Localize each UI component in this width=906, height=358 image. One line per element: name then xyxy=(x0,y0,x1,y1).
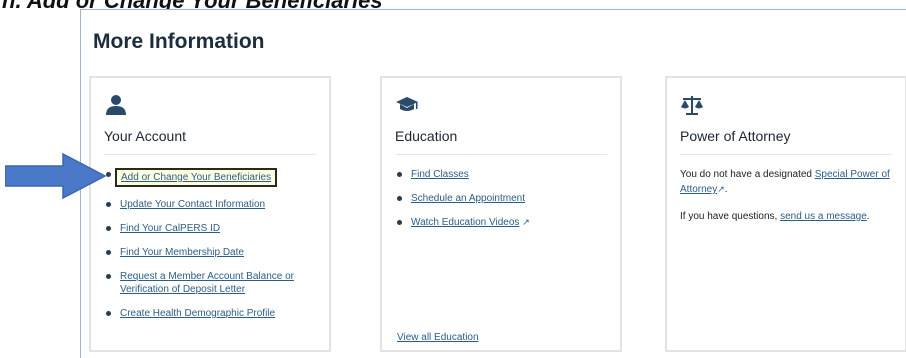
bullet-icon xyxy=(106,226,111,231)
card-title: Education xyxy=(395,128,458,144)
card-divider xyxy=(104,154,316,155)
poa-questions-text: If you have questions, send us a message… xyxy=(680,210,892,224)
card-divider xyxy=(680,154,892,155)
section-heading: More Information xyxy=(93,30,265,53)
bullet-icon xyxy=(397,220,402,225)
list-item: Update Your Contact Information xyxy=(104,198,319,211)
highlight-box: Add or Change Your Beneficiaries xyxy=(115,168,278,187)
send-us-a-message-link[interactable]: send us a message xyxy=(780,211,867,222)
find-calpers-id-link[interactable]: Find Your CalPERS ID xyxy=(120,223,220,234)
poa-status-label: You do not have a designated xyxy=(680,169,815,180)
more-information-panel: More Information Your Account Add or Cha… xyxy=(80,9,906,358)
update-contact-information-link[interactable]: Update Your Contact Information xyxy=(120,199,265,210)
list-item: Create Health Demographic Profile xyxy=(104,307,319,320)
list-item: Request a Member Account Balance or Veri… xyxy=(104,270,319,296)
bullet-icon xyxy=(106,274,111,279)
poa-status-text: You do not have a designated Special Pow… xyxy=(680,168,892,197)
your-account-card: Your Account Add or Change Your Benefici… xyxy=(89,76,331,352)
power-of-attorney-card: Power of Attorney You do not have a desi… xyxy=(665,76,906,352)
add-or-change-beneficiaries-link[interactable]: Add or Change Your Beneficiaries xyxy=(121,172,271,183)
watch-education-videos-link[interactable]: Watch Education Videos xyxy=(411,217,519,228)
bullet-icon xyxy=(106,202,111,207)
list-item: Find Classes xyxy=(395,168,610,181)
list-item: Add or Change Your Beneficiaries xyxy=(104,168,319,187)
external-link-icon: ↗ xyxy=(717,184,725,194)
card-divider xyxy=(395,154,607,155)
find-classes-link[interactable]: Find Classes xyxy=(411,169,469,180)
list-item: Watch Education Videos ↗ xyxy=(395,216,610,229)
bullet-icon xyxy=(106,311,111,316)
poa-questions-label: If you have questions, xyxy=(680,211,781,222)
request-account-balance-link[interactable]: Request a Member Account Balance or Veri… xyxy=(120,271,294,295)
scales-icon xyxy=(681,96,703,115)
account-links-list: Add or Change Your Beneficiaries Update … xyxy=(104,168,319,331)
view-all-education-link[interactable]: View all Education xyxy=(397,332,479,343)
bullet-icon xyxy=(397,196,402,201)
bullet-icon xyxy=(106,250,111,255)
card-title: Your Account xyxy=(104,128,186,144)
person-icon xyxy=(106,95,126,115)
list-item: Find Your CalPERS ID xyxy=(104,222,319,235)
create-health-demographic-profile-link[interactable]: Create Health Demographic Profile xyxy=(120,308,275,319)
graduation-cap-icon xyxy=(396,97,418,111)
arrow-right-icon xyxy=(5,152,107,200)
bullet-icon xyxy=(397,172,402,177)
external-link-icon: ↗ xyxy=(522,217,530,227)
card-title: Power of Attorney xyxy=(680,128,791,144)
education-card: Education Find Classes Schedule an Appoi… xyxy=(380,76,622,352)
list-item: Find Your Membership Date xyxy=(104,246,319,259)
list-item: Schedule an Appointment xyxy=(395,192,610,205)
poa-questions-end: . xyxy=(866,211,870,222)
slide-page: n. Add or Change Your Beneficiaries More… xyxy=(0,0,906,358)
poa-status-end: . xyxy=(724,184,728,195)
find-membership-date-link[interactable]: Find Your Membership Date xyxy=(120,247,244,258)
education-links-list: Find Classes Schedule an Appointment Wat… xyxy=(395,168,610,240)
schedule-appointment-link[interactable]: Schedule an Appointment xyxy=(411,193,525,204)
